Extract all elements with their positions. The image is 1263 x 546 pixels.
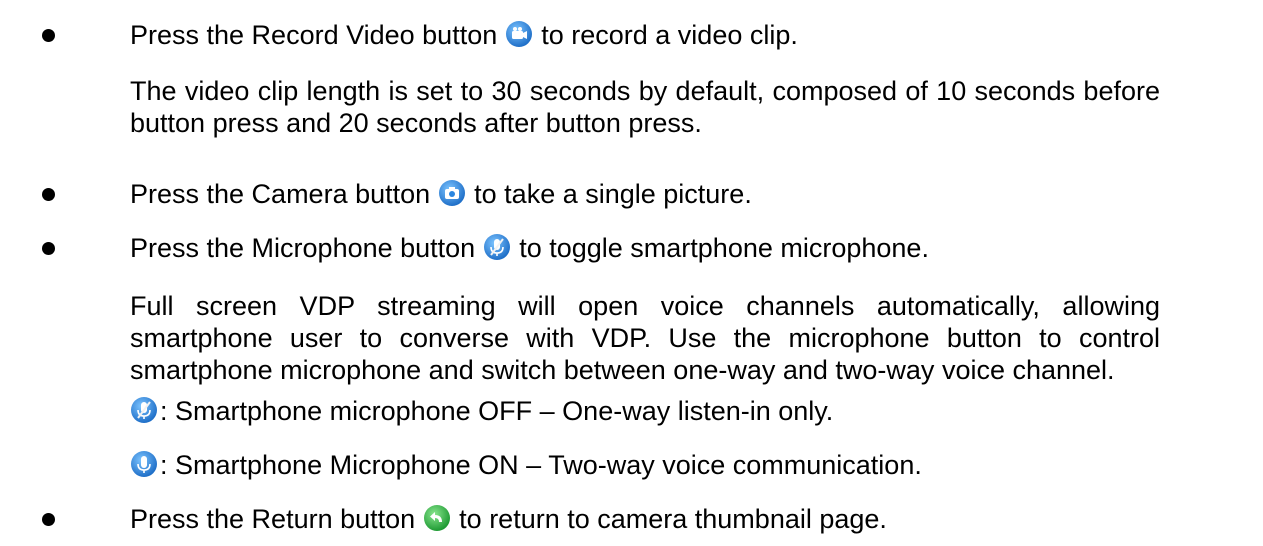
microphone-on-icon bbox=[130, 450, 158, 478]
microphone-off-icon bbox=[130, 396, 158, 424]
bullet-dot bbox=[42, 513, 55, 526]
return-text-after: to return to camera thumbnail page. bbox=[459, 504, 887, 534]
microphone-on-legend-text: : Smartphone Microphone ON – Two-way voi… bbox=[160, 450, 922, 480]
microphone-off-icon bbox=[483, 233, 511, 261]
record-video-instruction: Press the Record Video button to record a… bbox=[130, 19, 798, 51]
microphone-text-after: to toggle smartphone microphone. bbox=[519, 233, 929, 263]
camera-text-after: to take a single picture. bbox=[474, 179, 752, 209]
microphone-off-legend: : Smartphone microphone OFF – One-way li… bbox=[130, 395, 833, 427]
camera-icon bbox=[438, 179, 466, 207]
bullet-dot bbox=[42, 29, 55, 42]
bullet-dot bbox=[42, 242, 55, 255]
record-video-text-after: to record a video clip. bbox=[541, 20, 798, 50]
microphone-text-before: Press the Microphone button bbox=[130, 233, 476, 263]
return-instruction: Press the Return button to return to came… bbox=[130, 503, 887, 535]
return-text-before: Press the Return button bbox=[130, 504, 416, 534]
record-video-note: The video clip length is set to 30 secon… bbox=[130, 76, 1160, 138]
bullet-dot bbox=[42, 188, 55, 201]
return-arrow-icon bbox=[423, 504, 451, 532]
microphone-instruction: Press the Microphone button to toggle sma… bbox=[130, 232, 929, 264]
microphone-on-legend: : Smartphone Microphone ON – Two-way voi… bbox=[130, 449, 922, 481]
video-camera-icon bbox=[505, 20, 533, 48]
camera-instruction: Press the Camera button to take a single … bbox=[130, 178, 752, 210]
camera-text-before: Press the Camera button bbox=[130, 179, 431, 209]
microphone-off-legend-text: : Smartphone microphone OFF – One-way li… bbox=[160, 396, 834, 426]
microphone-note: Full screen VDP streaming will open voic… bbox=[130, 291, 1160, 385]
record-video-text-before: Press the Record Video button bbox=[130, 20, 498, 50]
